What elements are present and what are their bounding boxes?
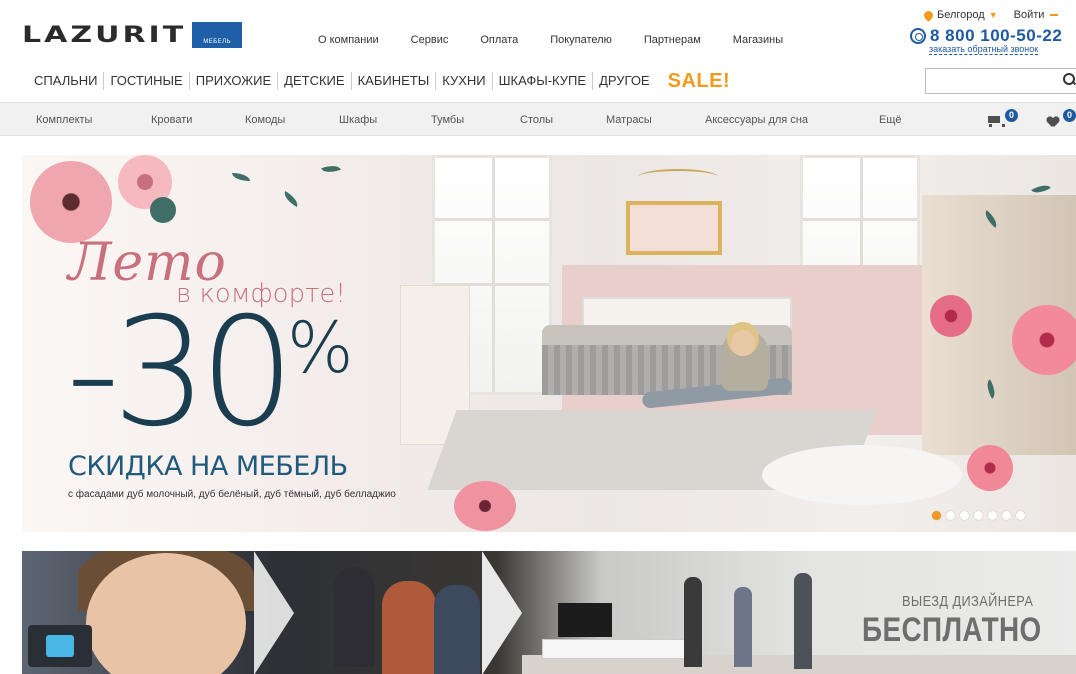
banner-divider [482,551,522,674]
subnav-more[interactable]: Ещё [879,114,902,126]
hero-mirror [626,201,722,255]
subnav-mattresses[interactable]: Матрасы [606,114,652,126]
location-bar: Белгород ▼ Войти [922,8,1059,22]
banner-person [434,585,480,674]
wishlist-count-badge: 0 [1063,109,1076,122]
category-bedrooms[interactable]: СПАЛЬНИ [22,72,105,90]
slider-dot[interactable] [946,511,955,520]
category-nav: СПАЛЬНИ ГОСТИНЫЕ ПРИХОЖИЕ ДЕТСКИЕ КАБИНЕ… [22,66,730,96]
category-kitchens[interactable]: КУХНИ [436,72,493,90]
city-selector[interactable]: Белгород [937,9,985,21]
slider-dot[interactable] [1002,511,1011,520]
slider-dot[interactable] [1016,511,1025,520]
banner-text-line1: ВЫЕЗД ДИЗАЙНЕРА [902,593,1034,610]
top-nav-stores[interactable]: Магазины [733,34,783,46]
category-living-rooms[interactable]: ГОСТИНЫЕ [104,72,190,90]
slider-dot[interactable] [932,511,941,520]
slider-dot[interactable] [960,511,969,520]
callback-link[interactable]: заказать обратный звонок [929,44,1039,55]
top-nav-customer[interactable]: Покупателю [550,34,612,46]
logo-badge: МЕБЕЛЬ [192,22,243,48]
hero-discount-percent: % [287,307,354,389]
banner-shelf [542,639,692,659]
banner-person [334,567,374,667]
top-nav-payment[interactable]: Оплата [480,34,518,46]
designer-banner[interactable]: ВЫЕЗД ДИЗАЙНЕРА БЕСПЛАТНО [22,551,1076,674]
hero-fur-rug [762,445,962,505]
category-hallways[interactable]: ПРИХОЖИЕ [190,72,279,90]
subnav-beds[interactable]: Кровати [151,114,192,126]
flower-decoration [930,295,972,337]
flower-decoration [1012,305,1076,375]
slider-dot[interactable] [974,511,983,520]
phone-number[interactable]: 8 800 100-50-22 [930,26,1062,46]
sale-link[interactable]: SALE! [668,70,731,93]
subnav-sets[interactable]: Комплекты [36,114,92,126]
chevron-down-icon[interactable]: ▼ [989,10,998,20]
site-logo[interactable]: LAZURIT МЕБЕЛЬ [22,21,243,48]
subnav-dressers[interactable]: Комоды [245,114,285,126]
subnav-wardrobes[interactable]: Шкафы [339,114,377,126]
search-input[interactable] [925,68,1076,94]
slider-dot[interactable] [988,511,997,520]
cart-count-badge: 0 [1005,109,1018,122]
flower-decoration [967,445,1013,491]
heart-icon[interactable] [1047,117,1059,127]
top-nav-partners[interactable]: Партнерам [644,34,701,46]
hero-text-block: Лето в комфорте! -30% СКИДКА НА МЕБЕЛЬ с… [22,155,442,532]
banner-person [794,573,812,669]
category-offices[interactable]: КАБИНЕТЫ [352,72,437,90]
banner-camera [28,625,92,667]
category-other[interactable]: ДРУГОЕ [593,72,656,90]
banner-divider [254,551,294,674]
logo-text: LAZURIT [22,21,187,48]
banner-person [382,581,436,674]
sub-nav: Комплекты Кровати Комоды Шкафы Тумбы Сто… [0,102,1076,136]
login-icon [1050,14,1059,16]
slider-dots [932,511,1025,520]
login-link[interactable]: Войти [1014,9,1045,21]
subnav-tables[interactable]: Столы [520,114,553,126]
search-icon[interactable] [1063,73,1075,85]
banner-person [684,577,702,667]
hero-model-head [731,330,755,356]
top-nav-about[interactable]: О компании [318,34,379,46]
cart-icon[interactable] [986,113,1005,127]
flower-decoration [454,481,516,531]
hero-banner[interactable]: Лето в комфорте! -30% СКИДКА НА МЕБЕЛЬ с… [22,155,1076,532]
banner-text-line2: БЕСПЛАТНО [862,611,1042,649]
hero-chandelier [638,155,718,195]
hero-headline: СКИДКА НА МЕБЕЛЬ [68,451,348,482]
hero-subtext: с фасадами дуб молочный, дуб белёный, ду… [68,489,396,500]
banner-person [734,587,752,667]
category-kids[interactable]: ДЕТСКИЕ [278,72,352,90]
top-nav-service[interactable]: Сервис [411,34,449,46]
header-top: LAZURIT МЕБЕЛЬ О компании Сервис Оплата … [0,0,1076,60]
phone-block: 8 800 100-50-22 [910,26,1062,46]
category-wardrobes[interactable]: ШКАФЫ-КУПЕ [493,72,594,90]
top-nav: О компании Сервис Оплата Покупателю Парт… [318,34,815,46]
subnav-nightstands[interactable]: Тумбы [431,114,464,126]
subnav-sleep-accessories[interactable]: Аксессуары для сна [705,114,808,126]
location-pin-icon [922,8,935,22]
phone-icon [910,28,926,44]
hero-discount: -30% [66,293,354,453]
banner-tv [558,603,612,637]
hero-discount-value: -30 [66,286,295,460]
